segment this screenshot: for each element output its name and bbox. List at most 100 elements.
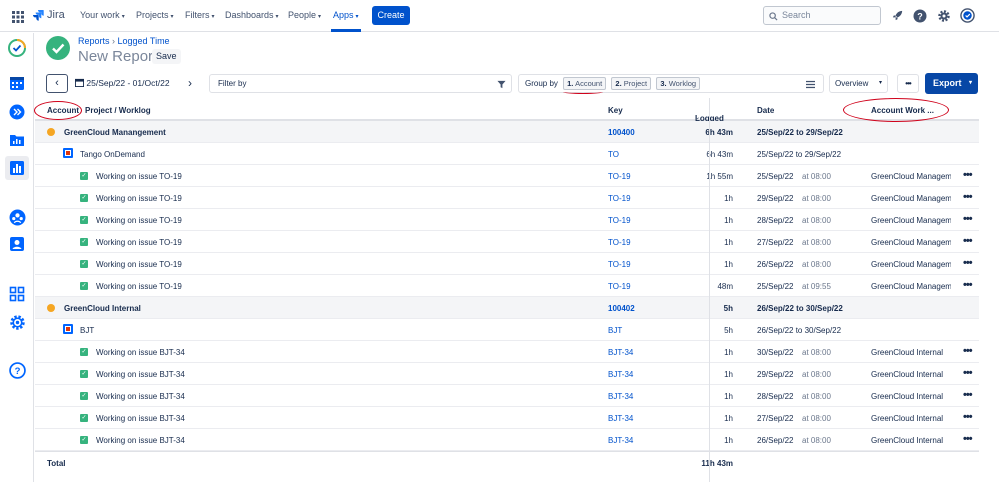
worklog-description[interactable]: Working on issue TO-19 [96, 194, 182, 203]
issue-key-link[interactable]: BJT-34 [608, 370, 633, 379]
previous-period-button[interactable]: ‹ [46, 74, 68, 93]
tempo-app-icon[interactable] [8, 39, 26, 57]
worklog-row[interactable]: ✓ Working on issue TO-19 TO-19 48m 25/Sep/22… [35, 275, 979, 297]
nav-people[interactable]: People ▾ [288, 10, 321, 20]
worklog-row[interactable]: ✓ Working on issue BJT-34 BJT-34 1h 29/Sep/2… [35, 363, 979, 385]
sidebar-help-icon[interactable]: ? [8, 361, 26, 379]
row-actions-icon[interactable]: ••• [963, 257, 973, 269]
apps-grid-icon[interactable] [8, 285, 26, 303]
save-button[interactable]: Save [152, 49, 181, 64]
row-actions-icon[interactable]: ••• [963, 235, 973, 247]
account-name: GreenCloud Manangement [64, 128, 166, 137]
issue-key-link[interactable]: BJT-34 [608, 436, 633, 445]
issue-key-link[interactable]: BJT-34 [608, 348, 633, 357]
settings-gear-icon[interactable] [936, 8, 951, 23]
issue-key-link[interactable]: BJT-34 [608, 392, 633, 401]
project-row[interactable]: Tango OnDemand TO 6h 43m 25/Sep/22 to 29/Se… [35, 143, 979, 165]
worklog-row[interactable]: ✓ Working on issue BJT-34 BJT-34 1h 30/Sep/2… [35, 341, 979, 363]
issue-key-link[interactable]: TO-19 [608, 282, 631, 291]
issue-key-link[interactable]: TO-19 [608, 238, 631, 247]
columns-menu-icon[interactable] [806, 78, 815, 95]
chevron-down-icon: ▾ [318, 14, 322, 20]
breadcrumb-logged-time-link[interactable]: Logged Time [118, 36, 170, 46]
issue-key-link[interactable]: 100400 [608, 128, 635, 137]
profile-avatar-icon[interactable] [960, 8, 975, 23]
user-profile-icon[interactable] [8, 235, 26, 253]
worklog-description[interactable]: Working on issue TO-19 [96, 282, 182, 291]
page-title[interactable]: New Report [78, 48, 157, 65]
logged-time: 48m [717, 282, 733, 291]
group-chip-account[interactable]: 1. Account [563, 77, 607, 90]
nav-apps[interactable]: Apps ▾ [333, 10, 359, 20]
view-select[interactable]: Overview ▾ [829, 74, 888, 93]
nav-your-work[interactable]: Your work ▾ [80, 10, 125, 20]
logged-time: 5h [724, 326, 733, 335]
worklog-row[interactable]: ✓ Working on issue BJT-34 BJT-34 1h 26/Sep/2… [35, 429, 979, 451]
row-actions-icon[interactable]: ••• [963, 411, 973, 423]
breadcrumb-reports-link[interactable]: Reports [78, 36, 110, 46]
date-range-picker[interactable]: 25/Sep/22 - 01/Oct/22 [75, 78, 170, 88]
worklog-row[interactable]: ✓ Working on issue TO-19 TO-19 1h 28/Sep/22 a… [35, 209, 979, 231]
worklog-row[interactable]: ✓ Working on issue BJT-34 BJT-34 1h 27/Sep/2… [35, 407, 979, 429]
issue-key-link[interactable]: TO-19 [608, 194, 631, 203]
worklog-description[interactable]: Working on issue TO-19 [96, 260, 182, 269]
help-icon[interactable]: ? [912, 8, 927, 23]
issue-key-link[interactable]: BJT-34 [608, 414, 633, 423]
worklog-row[interactable]: ✓ Working on issue TO-19 TO-19 1h 55m 25/Sep… [35, 165, 979, 187]
worklog-description[interactable]: Working on issue BJT-34 [96, 414, 185, 423]
row-actions-icon[interactable]: ••• [963, 213, 973, 225]
row-actions-icon[interactable]: ••• [963, 279, 973, 291]
column-header-key[interactable]: Key [608, 106, 623, 115]
team-globe-icon[interactable] [8, 208, 26, 226]
issue-key-link[interactable]: 100402 [608, 304, 635, 313]
calendar-icon[interactable] [8, 74, 26, 92]
worklog-description[interactable]: Working on issue BJT-34 [96, 348, 185, 357]
create-button[interactable]: Create [372, 6, 410, 25]
reports-chart-icon[interactable] [5, 156, 29, 180]
nav-filters[interactable]: Filters ▾ [185, 10, 215, 20]
column-header-date[interactable]: Date [757, 106, 774, 115]
jira-logo[interactable]: Jira [32, 9, 65, 21]
row-actions-icon[interactable]: ••• [963, 191, 973, 203]
worklog-description[interactable]: Working on issue TO-19 [96, 238, 182, 247]
issue-key-link[interactable]: TO-19 [608, 260, 631, 269]
app-switcher-icon[interactable] [10, 9, 25, 24]
nav-dashboards[interactable]: Dashboards ▾ [225, 10, 279, 20]
column-header-project-worklog[interactable]: Project / Worklog [85, 106, 151, 115]
export-button[interactable]: Export ▾ [925, 73, 978, 94]
worklog-description[interactable]: Working on issue BJT-34 [96, 436, 185, 445]
worklog-description[interactable]: Working on issue TO-19 [96, 216, 182, 225]
worklog-row[interactable]: ✓ Working on issue TO-19 TO-19 1h 29/Sep/22 a… [35, 187, 979, 209]
nav-your-work-label: Your work [80, 10, 120, 20]
worklog-description[interactable]: Working on issue TO-19 [96, 172, 182, 181]
issue-key-link[interactable]: TO [608, 150, 619, 159]
worklog-description[interactable]: Working on issue BJT-34 [96, 370, 185, 379]
more-actions-button[interactable]: ••• [897, 74, 919, 93]
notifications-rocket-icon[interactable] [890, 8, 905, 23]
account-row[interactable]: GreenCloud Manangement 100400 6h 43m 25/Sep… [35, 121, 979, 143]
row-actions-icon[interactable]: ••• [963, 389, 973, 401]
reports-folder-icon[interactable] [8, 131, 26, 149]
group-chip-worklog[interactable]: 3. Worklog [656, 77, 701, 90]
row-actions-icon[interactable]: ••• [963, 345, 973, 357]
expand-sidebar-icon[interactable] [8, 103, 26, 121]
issue-key-link[interactable]: TO-19 [608, 216, 631, 225]
nav-projects[interactable]: Projects ▾ [136, 10, 174, 20]
worklog-row[interactable]: ✓ Working on issue TO-19 TO-19 1h 27/Sep/22 a… [35, 231, 979, 253]
issue-key-link[interactable]: BJT [608, 326, 622, 335]
worklog-row[interactable]: ✓ Working on issue TO-19 TO-19 1h 26/Sep/22 a… [35, 253, 979, 275]
worklog-row[interactable]: ✓ Working on issue BJT-34 BJT-34 1h 28/Sep/2… [35, 385, 979, 407]
row-actions-icon[interactable]: ••• [963, 367, 973, 379]
sidebar-settings-icon[interactable] [8, 313, 26, 331]
project-row[interactable]: BJT BJT 5h 26/Sep/22 to 30/Sep/22 [35, 319, 979, 341]
next-period-button[interactable]: › [183, 75, 197, 92]
account-row[interactable]: GreenCloud Internal 100402 5h 26/Sep/22 to … [35, 297, 979, 319]
issue-key-link[interactable]: TO-19 [608, 172, 631, 181]
date-value: 25/Sep/22 [757, 172, 794, 181]
group-chip-project[interactable]: 2. Project [611, 77, 652, 90]
search-input[interactable]: Search [763, 6, 881, 25]
worklog-description[interactable]: Working on issue BJT-34 [96, 392, 185, 401]
filter-by-field[interactable]: Filter by [209, 74, 512, 93]
row-actions-icon[interactable]: ••• [963, 433, 973, 445]
row-actions-icon[interactable]: ••• [963, 169, 973, 181]
